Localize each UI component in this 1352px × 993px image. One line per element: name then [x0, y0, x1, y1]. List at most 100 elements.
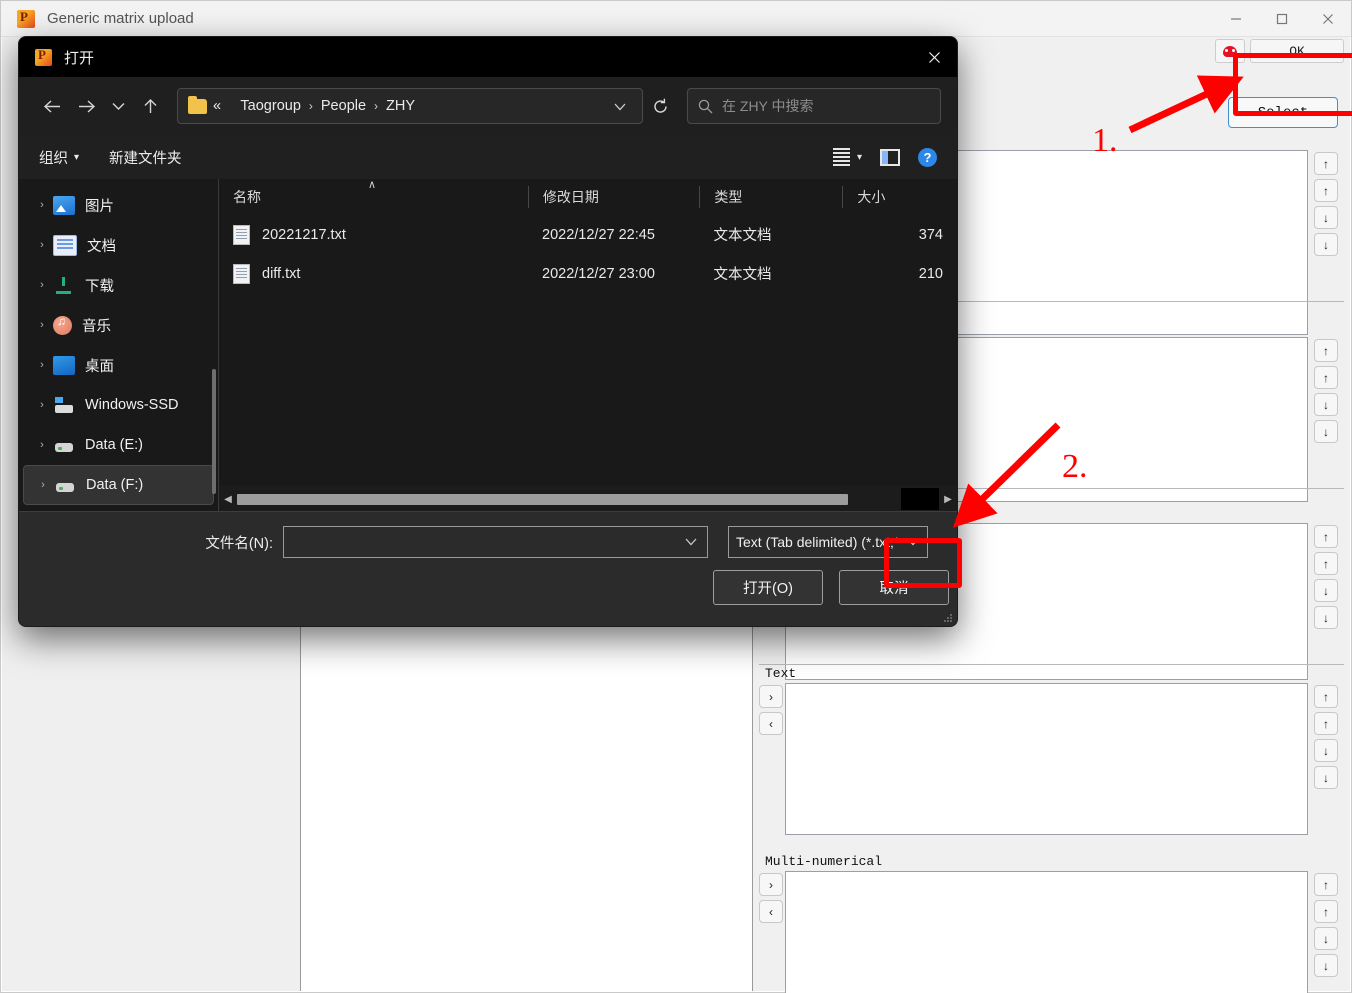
- search-input-placeholder[interactable]: 在 ZHY 中搜索: [722, 96, 814, 116]
- scroll-left-icon[interactable]: ◀: [219, 494, 237, 505]
- sidebar-item-music[interactable]: › 音乐: [23, 305, 214, 345]
- maximize-icon[interactable]: [1259, 1, 1305, 37]
- move-up-icon[interactable]: ↑: [1314, 552, 1338, 575]
- search-box[interactable]: 在 ZHY 中搜索: [687, 88, 941, 124]
- breadcrumb-item-people[interactable]: People: [321, 98, 366, 114]
- sidebar-scrollbar[interactable]: [212, 369, 216, 494]
- sidebar-item-label: 文档: [87, 238, 116, 255]
- expand-chevron-icon[interactable]: ›: [31, 199, 53, 211]
- move-top-icon[interactable]: ↑: [1314, 152, 1338, 175]
- sidebar-item-windows-ssd[interactable]: › Windows-SSD: [23, 385, 214, 425]
- downloads-icon: [53, 276, 75, 295]
- expand-chevron-icon[interactable]: ›: [31, 279, 53, 291]
- text-listbox[interactable]: [785, 683, 1308, 835]
- recent-locations-chevron-down-icon[interactable]: [103, 90, 133, 122]
- expand-chevron-icon[interactable]: ›: [32, 479, 54, 491]
- file-size-cell: 374: [918, 226, 943, 243]
- expand-chevron-icon[interactable]: ›: [31, 239, 53, 251]
- file-type-cell: 文本文档: [713, 267, 772, 283]
- move-up-icon[interactable]: ↑: [1314, 712, 1338, 735]
- address-chevron-down-icon[interactable]: [604, 99, 636, 114]
- move-bottom-icon[interactable]: ↓: [1314, 954, 1338, 977]
- move-down-icon[interactable]: ↓: [1314, 739, 1338, 762]
- sidebar-item-data-e[interactable]: › Data (E:): [23, 425, 214, 465]
- minimize-icon[interactable]: [1213, 1, 1259, 37]
- move-top-icon[interactable]: ↑: [1314, 525, 1338, 548]
- sidebar-item-desktop[interactable]: › 桌面: [23, 345, 214, 385]
- breadcrumb-item-zhy[interactable]: ZHY: [386, 98, 415, 114]
- move-top-icon[interactable]: ↑: [1314, 339, 1338, 362]
- move-up-icon[interactable]: ↑: [1314, 179, 1338, 202]
- expand-chevron-icon[interactable]: ›: [31, 319, 53, 331]
- file-name-label: diff.txt: [262, 265, 301, 282]
- select-button[interactable]: Select: [1228, 97, 1338, 128]
- file-name-input[interactable]: [284, 534, 685, 550]
- file-name-chevron-down-icon[interactable]: [685, 535, 707, 549]
- breadcrumb-sep-1: ›: [308, 99, 313, 113]
- file-name-label: 20221217.txt: [262, 226, 346, 243]
- open-button[interactable]: 打开(O): [713, 570, 823, 605]
- up-one-level-icon[interactable]: [133, 90, 167, 122]
- move-bottom-icon[interactable]: ↓: [1314, 233, 1338, 256]
- table-row[interactable]: diff.txt 2022/12/27 23:00 文本文档 210: [219, 254, 957, 293]
- screenshot-root: Generic matrix upload: [0, 0, 1352, 993]
- scroll-right-icon[interactable]: ▶: [939, 494, 957, 505]
- sidebar-item-label: 桌面: [85, 358, 114, 375]
- table-row[interactable]: 20221217.txt 2022/12/27 22:45 文本文档 374: [219, 215, 957, 254]
- move-down-icon[interactable]: ↓: [1314, 206, 1338, 229]
- organize-menu[interactable]: 组织 ▾: [39, 147, 79, 168]
- scrollbar-track[interactable]: [237, 493, 901, 505]
- field-group-multi-order-buttons: ↑ ↑ ↓ ↓: [1308, 871, 1344, 993]
- column-header-size[interactable]: 大小: [842, 186, 957, 208]
- sidebar-item-pictures[interactable]: › 图片: [23, 185, 214, 225]
- close-icon[interactable]: [1305, 1, 1351, 37]
- add-to-multi-numerical-icon[interactable]: ›: [759, 873, 783, 896]
- right-panel-toolbar: OK: [1215, 39, 1344, 63]
- refresh-icon[interactable]: [645, 91, 675, 121]
- move-up-icon[interactable]: ↑: [1314, 366, 1338, 389]
- dialog-resize-grip[interactable]: [943, 613, 953, 623]
- column-header-name[interactable]: 名称 ∧: [219, 179, 528, 208]
- remove-from-text-icon[interactable]: ‹: [759, 712, 783, 735]
- expand-chevron-icon[interactable]: ›: [31, 439, 53, 451]
- add-to-text-icon[interactable]: ›: [759, 685, 783, 708]
- preview-pane-icon[interactable]: [880, 148, 900, 166]
- move-up-icon[interactable]: ↑: [1314, 900, 1338, 923]
- breadcrumb-item-taogroup[interactable]: Taogroup: [240, 98, 300, 114]
- forward-icon[interactable]: [69, 90, 103, 122]
- column-header-modified[interactable]: 修改日期: [527, 186, 699, 208]
- file-type-filter-dropdown[interactable]: Text (Tab delimited) (*.txt;*.ts: [728, 526, 928, 558]
- move-bottom-icon[interactable]: ↓: [1314, 420, 1338, 443]
- move-bottom-icon[interactable]: ↓: [1314, 766, 1338, 789]
- new-folder-button[interactable]: 新建文件夹: [109, 147, 182, 168]
- view-options-button[interactable]: ▾: [832, 148, 862, 166]
- move-top-icon[interactable]: ↑: [1314, 685, 1338, 708]
- scrollbar-thumb[interactable]: [237, 493, 848, 505]
- file-type-cell: 文本文档: [713, 228, 772, 244]
- multi-numerical-listbox[interactable]: [785, 871, 1308, 993]
- move-down-icon[interactable]: ↓: [1314, 579, 1338, 602]
- sidebar-item-documents[interactable]: › 文档: [23, 225, 214, 265]
- file-name-combobox[interactable]: [283, 526, 708, 558]
- field-group-3-order-buttons: ↑ ↑ ↓ ↓: [1308, 523, 1344, 680]
- remove-from-multi-numerical-icon[interactable]: ‹: [759, 900, 783, 923]
- sidebar-item-downloads[interactable]: › 下载: [23, 265, 214, 305]
- breadcrumb-sep-2: ›: [374, 99, 379, 113]
- ok-button[interactable]: OK: [1250, 39, 1344, 63]
- expand-chevron-icon[interactable]: ›: [31, 399, 53, 411]
- file-type-chevron-down-icon[interactable]: [899, 535, 927, 549]
- help-icon[interactable]: ?: [918, 147, 937, 167]
- sidebar-item-data-f[interactable]: › Data (F:): [23, 465, 214, 505]
- column-header-type[interactable]: 类型: [699, 186, 842, 208]
- dialog-close-icon[interactable]: [911, 37, 957, 77]
- expand-chevron-icon[interactable]: ›: [31, 359, 53, 371]
- move-down-icon[interactable]: ↓: [1314, 393, 1338, 416]
- cancel-button[interactable]: 取消: [839, 570, 949, 605]
- move-bottom-icon[interactable]: ↓: [1314, 606, 1338, 629]
- move-top-icon[interactable]: ↑: [1314, 873, 1338, 896]
- file-list-horizontal-scrollbar[interactable]: ◀ ▶: [219, 486, 957, 512]
- bug-icon-button[interactable]: [1215, 39, 1245, 63]
- move-down-icon[interactable]: ↓: [1314, 927, 1338, 950]
- address-bar[interactable]: « Taogroup › People › ZHY: [177, 88, 643, 124]
- back-icon[interactable]: [35, 90, 69, 122]
